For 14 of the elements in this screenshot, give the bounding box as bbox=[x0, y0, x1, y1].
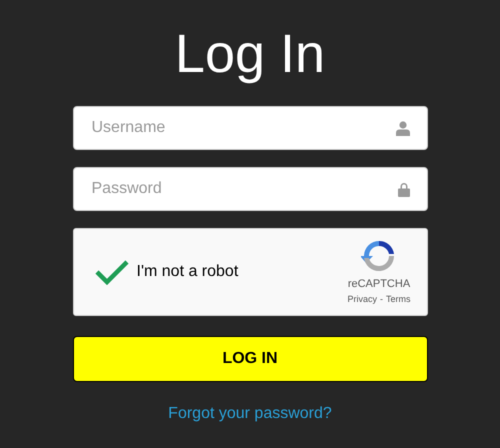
recaptcha-logo-icon bbox=[360, 238, 397, 274]
login-button[interactable]: LOG IN bbox=[72, 336, 428, 382]
checkmark-icon bbox=[94, 259, 128, 285]
forgot-password-link[interactable]: Forgot your password? bbox=[168, 402, 332, 426]
user-icon bbox=[396, 120, 410, 136]
lock-icon bbox=[398, 182, 410, 196]
input-field[interactable]: Username bbox=[72, 106, 428, 150]
link-separator: - bbox=[380, 292, 383, 306]
input-field[interactable]: Password bbox=[72, 167, 428, 211]
privacy-link[interactable]: Privacy bbox=[347, 292, 377, 306]
recaptcha-brand: reCAPTCHA bbox=[348, 277, 410, 292]
terms-link[interactable]: Terms bbox=[386, 292, 410, 306]
captcha-label: I'm not a robot bbox=[136, 262, 238, 282]
page-title: Log In bbox=[174, 23, 326, 86]
